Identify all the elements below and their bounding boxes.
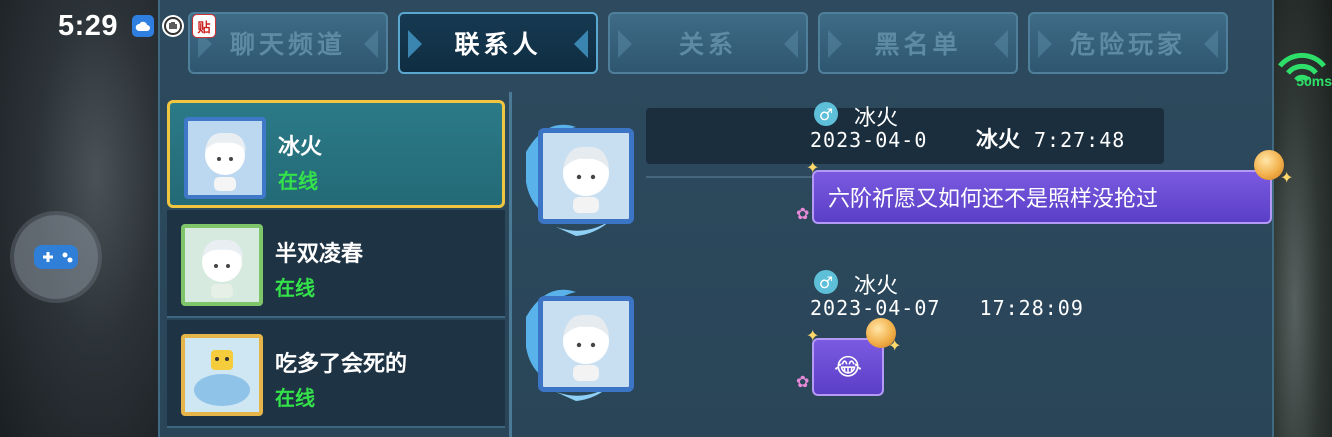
tieba-icon: 贴 [192,14,217,38]
contact-name: 半双凌春 [275,242,364,267]
male-icon: ♂ [814,270,838,294]
floating-name: 冰火 [976,128,1021,153]
tab-bar: 聊天频道 联系人 关系 黑名单 危险玩家 [188,12,1228,74]
message-time: 2023-04-07 17:28:09 [810,296,1084,320]
laughing-emoji-icon: 😂 [833,353,863,381]
contact-name: 冰火 [278,135,323,160]
sender-avatar[interactable] [538,296,634,392]
emoji-bubble[interactable]: 😂 [812,338,884,396]
avatar [181,224,263,306]
tab-relations[interactable]: 关系 [608,12,808,74]
online-status: 在线 [275,276,315,300]
game-scene-left [0,0,160,437]
contact-item[interactable]: 吃多了会死的 在线 [167,320,505,428]
message-time: 2023-04-0 [810,128,928,152]
sparkle-icon: ✿ [796,204,810,223]
clock: 5:29 [58,9,119,42]
sparkle-icon: ✦ [1280,168,1294,187]
tab-contacts[interactable]: 联系人 [398,12,598,74]
online-status: 在线 [275,386,315,410]
contact-item[interactable]: 冰火 在线 [167,100,505,208]
contact-item[interactable]: 半双凌春 在线 [167,210,505,318]
sparkle-icon: ✿ [796,372,810,391]
message-time-tail: 7:27:48 [1034,128,1126,152]
online-status: 在线 [278,169,318,193]
social-panel: 聊天频道 联系人 关系 黑名单 危险玩家 冰火 在线 半双凌春 在线 吃多了会死… [158,0,1293,437]
avatar [181,334,263,416]
contact-list: 冰火 在线 半双凌春 在线 吃多了会死的 在线 [167,100,505,437]
ping-label: 50ms [1296,73,1332,89]
sparkle-icon: ✦ [888,336,902,355]
sender-avatar[interactable] [538,128,634,224]
message-bubble[interactable]: 六阶祈愿又如何还不是照样没抢过 [812,170,1272,224]
avatar [184,117,266,199]
hand-icon [162,15,185,37]
male-icon: ♂ [814,102,838,126]
tab-blacklist[interactable]: 黑名单 [818,12,1018,74]
status-bar: 5:29 贴 [58,9,217,42]
sparkle-icon: ✦ [806,326,820,345]
tab-chat-channel[interactable]: 聊天频道 [188,12,388,74]
panel-divider [509,92,512,437]
cloud-icon [132,15,155,37]
message-text: 六阶祈愿又如何还不是照样没抢过 [828,187,1159,212]
chat-area: ♂ 冰火 2023-04-0 冰火 7:27:48 六阶祈愿又如何还不是照样没抢… [516,92,1293,437]
contact-name: 吃多了会死的 [275,352,408,377]
gamepad-button[interactable] [14,215,98,299]
gamepad-icon [34,245,78,269]
tab-dangerous-players[interactable]: 危险玩家 [1028,12,1228,74]
sparkle-icon: ✦ [806,158,820,177]
